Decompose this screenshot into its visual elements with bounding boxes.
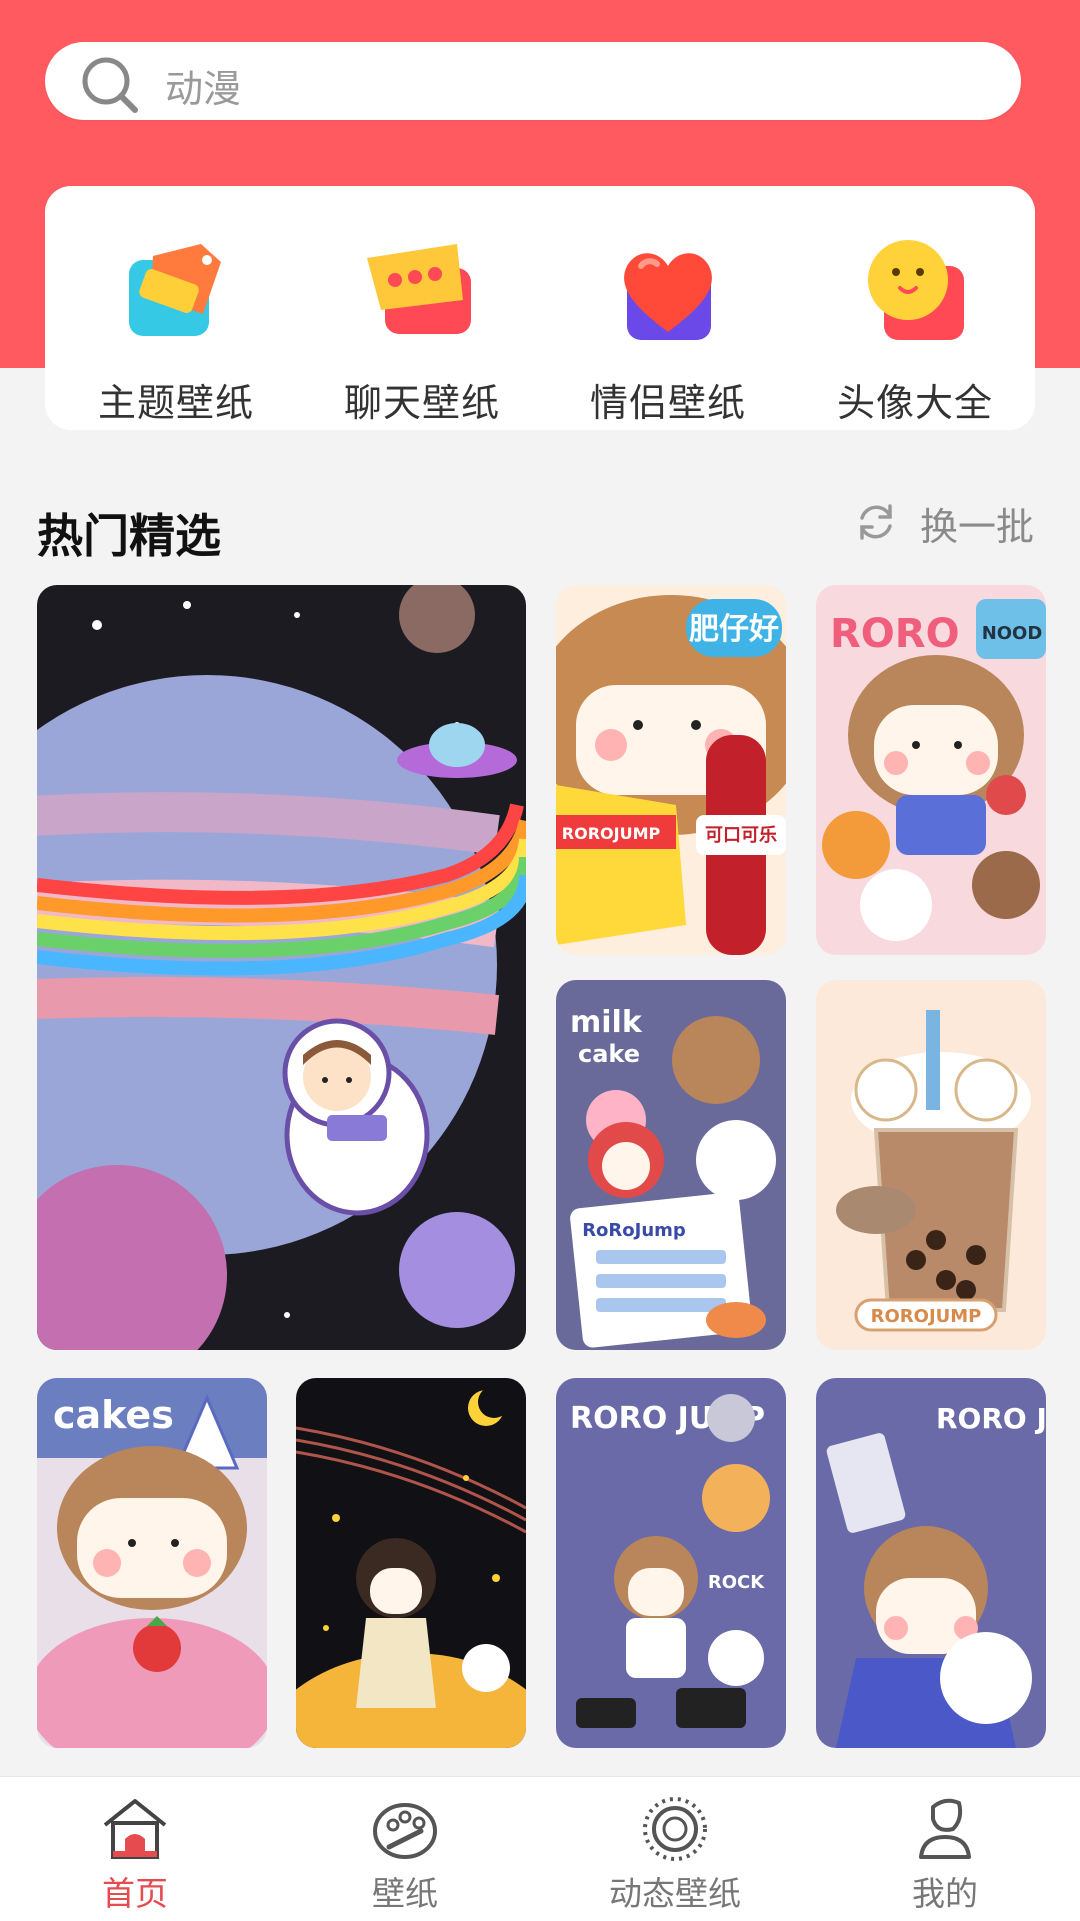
heart-icon — [624, 253, 712, 340]
section-title: 热门精选 — [37, 509, 221, 563]
wallpaper-tile-fatboy-snacks[interactable]: 肥仔好 ROROJUMP 可口可乐 — [556, 585, 786, 955]
tile-title-2: cake — [578, 1040, 640, 1068]
roro-jump-rock-artwork: RORO JUMP ROCK — [556, 1378, 786, 1748]
category-label: 主题壁纸 — [97, 381, 254, 425]
profile-icon — [919, 1798, 971, 1859]
search-icon — [82, 57, 138, 113]
tile-chip: ROROJUMP — [562, 824, 661, 843]
tile-title: 肥仔好 — [689, 612, 779, 647]
tab-profile[interactable]: 我的 — [810, 1777, 1080, 1921]
roro-jump-dog-artwork: RORO JUMP — [816, 1378, 1046, 1748]
bottom-tab-bar: 首页 壁纸 动态壁纸 我的 — [0, 1776, 1080, 1921]
tile-title: ROROJUMP — [871, 1306, 982, 1327]
tile-cola-label: 可口可乐 — [705, 825, 777, 846]
tab-home[interactable]: 首页 — [0, 1777, 270, 1921]
search-bar[interactable]: 动漫 — [45, 42, 1021, 120]
category-label: 头像大全 — [836, 381, 993, 425]
space-planet-artwork — [37, 585, 526, 1350]
tab-label: 壁纸 — [372, 1874, 438, 1913]
wallpaper-tile-birthday-cake[interactable]: cakes — [37, 1378, 267, 1748]
roro-pets-artwork: RORO NOOD — [816, 585, 1046, 955]
category-chat-wallpaper[interactable]: 聊天壁纸 — [322, 236, 522, 425]
tab-label: 首页 — [102, 1874, 168, 1913]
wallpaper-tile-milk-tea[interactable]: ROROJUMP — [816, 980, 1046, 1350]
moon-girl-artwork — [296, 1378, 526, 1748]
fatboy-artwork: 肥仔好 ROROJUMP 可口可乐 — [556, 585, 786, 955]
category-label: 情侣壁纸 — [589, 381, 746, 425]
tile-title-1: milk — [570, 1005, 643, 1040]
tile-tag: NOOD — [982, 623, 1043, 644]
tile-title: RORO JUMP — [936, 1402, 1046, 1435]
category-label: 聊天壁纸 — [343, 381, 500, 425]
milk-cake-artwork: milk cake RoRoJump — [556, 980, 786, 1350]
tile-title: cakes — [53, 1393, 174, 1437]
category-couple-wallpaper[interactable]: 情侣壁纸 — [568, 236, 768, 425]
wallpaper-tile-moon-girl[interactable] — [296, 1378, 526, 1748]
birthday-cake-artwork: cakes — [37, 1378, 267, 1748]
milk-tea-artwork: ROROJUMP — [816, 980, 1046, 1350]
tag-icon — [129, 244, 221, 336]
tile-tag: ROCK — [708, 1572, 765, 1593]
wallpaper-tile-roro-pets[interactable]: RORO NOOD — [816, 585, 1046, 955]
wallpaper-tile-roro-jump-rock[interactable]: RORO JUMP ROCK — [556, 1378, 786, 1748]
animated-ring-icon — [643, 1797, 707, 1861]
tile-title: RORO — [830, 611, 960, 657]
tile-menu-title: RoRoJump — [582, 1220, 686, 1241]
refresh-label: 换一批 — [920, 505, 1035, 549]
tab-live-wallpaper[interactable]: 动态壁纸 — [540, 1777, 810, 1921]
smiley-face-icon — [868, 240, 964, 340]
search-placeholder: 动漫 — [165, 67, 242, 111]
palette-icon — [373, 1803, 437, 1859]
wallpaper-tile-milk-cake[interactable]: milk cake RoRoJump — [556, 980, 786, 1350]
home-icon — [103, 1799, 167, 1859]
tab-label: 我的 — [912, 1874, 978, 1913]
category-avatar-collection[interactable]: 头像大全 — [815, 236, 1015, 425]
category-theme-wallpaper[interactable]: 主题壁纸 — [76, 236, 276, 425]
refresh-icon — [860, 504, 892, 540]
wallpaper-tile-roro-jump-dog[interactable]: RORO JUMP — [816, 1378, 1046, 1748]
category-card: 主题壁纸 聊天壁纸 情侣壁纸 头像大全 — [45, 186, 1035, 430]
tab-wallpaper[interactable]: 壁纸 — [270, 1777, 540, 1921]
tab-label: 动态壁纸 — [609, 1874, 741, 1913]
wallpaper-tile-space-planet[interactable] — [37, 585, 526, 1350]
chat-bubble-icon — [367, 244, 471, 334]
